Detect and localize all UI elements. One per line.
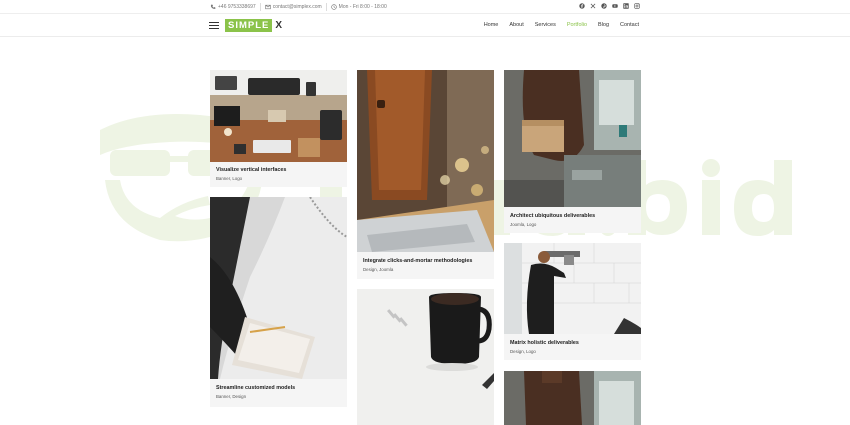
card-title[interactable]: Integrate clicks-and-mortar methodologie… <box>363 258 472 264</box>
clock-icon <box>330 4 337 10</box>
hamburger-menu-icon[interactable] <box>209 22 219 29</box>
portfolio-image <box>504 371 641 425</box>
phone-icon <box>210 4 216 9</box>
opening-hours: Mon - Fri 8:00 - 18:00 <box>338 4 387 10</box>
youtube-icon[interactable] <box>612 3 618 9</box>
nav-about[interactable]: About <box>509 22 523 28</box>
separator <box>259 3 261 11</box>
card-tags: Banner, Logo <box>216 176 243 181</box>
portfolio-image <box>357 70 494 252</box>
email-address: contact@simplex.com <box>272 4 322 10</box>
portfolio-image <box>504 243 641 334</box>
envelope-icon <box>264 4 271 10</box>
portfolio-card[interactable] <box>504 371 641 425</box>
portfolio-card[interactable]: Architect ubiquitous deliverables Joomla… <box>504 70 641 233</box>
portfolio-card[interactable]: Integrate clicks-and-mortar methodologie… <box>357 70 494 279</box>
phone-number: +46 9753338697 <box>218 4 256 10</box>
nav-contact[interactable]: Contact <box>620 22 639 28</box>
contact-info: +46 9753338697 contact@simplex.com Mon -… <box>210 3 387 11</box>
site-logo[interactable]: SIMPLE X <box>225 19 282 32</box>
main-nav: Home About Services Portfolio Blog Conta… <box>484 22 639 28</box>
facebook-icon[interactable] <box>579 3 585 9</box>
hours-info: Mon - Fri 8:00 - 18:00 <box>330 4 387 10</box>
logo-box: SIMPLE <box>225 19 273 32</box>
x-icon[interactable] <box>590 3 596 9</box>
separator <box>325 3 327 11</box>
email-contact[interactable]: contact@simplex.com <box>264 4 322 10</box>
portfolio-card[interactable] <box>357 289 494 425</box>
portfolio-card[interactable]: Streamline customized models Banner, Des… <box>210 197 347 407</box>
portfolio-image <box>210 70 347 162</box>
phone-contact[interactable]: +46 9753338697 <box>210 4 256 10</box>
nav-home[interactable]: Home <box>484 22 499 28</box>
nav-blog[interactable]: Blog <box>598 22 609 28</box>
portfolio-card[interactable]: Visualize vertical interfaces Banner, Lo… <box>210 70 347 187</box>
nav-portfolio[interactable]: Portfolio <box>567 22 587 28</box>
card-title[interactable]: Matrix holistic deliverables <box>510 340 579 346</box>
instagram-icon[interactable] <box>634 3 640 9</box>
card-title[interactable]: Visualize vertical interfaces <box>216 167 286 173</box>
card-tags: Design, Joomla <box>363 267 394 272</box>
portfolio-card[interactable]: Matrix holistic deliverables Design, Log… <box>504 243 641 360</box>
portfolio-image <box>357 289 494 425</box>
card-tags: Design, Logo <box>510 349 536 354</box>
card-title[interactable]: Architect ubiquitous deliverables <box>510 213 595 219</box>
card-tags: Banner, Design <box>216 394 247 399</box>
top-bar: +46 9753338697 contact@simplex.com Mon -… <box>0 0 850 14</box>
pinterest-icon[interactable] <box>601 3 607 9</box>
site-header: SIMPLE X Home About Services Portfolio B… <box>0 14 850 37</box>
card-tags: Joomla, Logo <box>510 222 537 227</box>
portfolio-image <box>504 70 641 207</box>
portfolio-image <box>210 197 347 379</box>
logo-x: X <box>275 20 283 31</box>
card-title[interactable]: Streamline customized models <box>216 385 295 391</box>
nav-services[interactable]: Services <box>535 22 556 28</box>
linkedin-icon[interactable] <box>623 3 629 9</box>
social-links <box>579 3 640 9</box>
